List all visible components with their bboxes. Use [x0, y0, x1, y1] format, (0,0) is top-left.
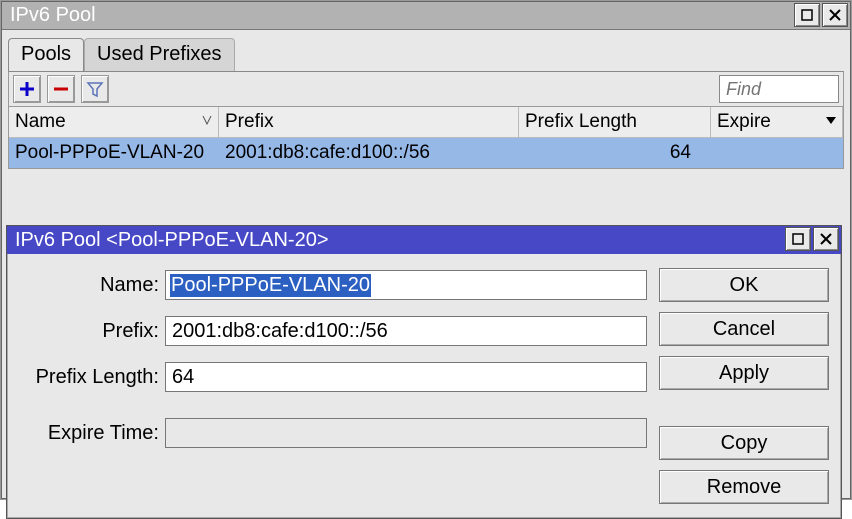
detail-close-button[interactable] [813, 227, 839, 251]
restore-icon [800, 8, 814, 22]
expire-time-field[interactable] [165, 418, 647, 448]
cell-prefix-length: 64 [519, 138, 711, 168]
col-header-prefix-length[interactable]: Prefix Length [519, 107, 711, 137]
minus-icon [52, 80, 70, 98]
restore-icon [791, 232, 805, 246]
tabs: Pools Used Prefixes [8, 38, 844, 71]
filter-button[interactable] [81, 75, 109, 103]
pool-table: Name Prefix Prefix Length Expire Pool-PP… [8, 107, 844, 169]
minimize-window-button[interactable] [794, 3, 820, 27]
detail-titlebar: IPv6 Pool <Pool-PPPoE-VLAN-20> [7, 226, 841, 254]
sort-indicator-icon [202, 115, 212, 125]
ok-button[interactable]: OK [659, 268, 829, 302]
pool-detail-window: IPv6 Pool <Pool-PPPoE-VLAN-20> Name: Poo… [6, 225, 842, 519]
col-header-prefix[interactable]: Prefix [219, 107, 519, 137]
remove-button[interactable] [47, 75, 75, 103]
copy-button[interactable]: Copy [659, 426, 829, 460]
detail-action-buttons: OK Cancel Apply Copy Remove [659, 266, 829, 504]
cell-prefix: 2001:db8:cafe:d100::/56 [219, 138, 519, 168]
cancel-button[interactable]: Cancel [659, 312, 829, 346]
tab-pools[interactable]: Pools [8, 38, 84, 72]
plus-icon [18, 80, 36, 98]
close-icon [828, 8, 842, 22]
caret-down-icon [824, 113, 838, 127]
col-header-name-label: Name [15, 111, 66, 132]
remove-detail-button[interactable]: Remove [659, 470, 829, 504]
ipv6-pool-window: IPv6 Pool Pools Used Prefixes [1, 1, 851, 499]
funnel-icon [86, 80, 104, 98]
cell-name: Pool-PPPoE-VLAN-20 [9, 138, 219, 168]
window-title: IPv6 Pool [10, 4, 96, 27]
cell-expire [711, 138, 843, 168]
detail-title: IPv6 Pool <Pool-PPPoE-VLAN-20> [15, 229, 329, 252]
name-label: Name: [19, 274, 159, 297]
close-window-button[interactable] [822, 3, 848, 27]
detail-minimize-button[interactable] [785, 227, 811, 251]
name-field[interactable]: Pool-PPPoE-VLAN-20 [165, 270, 647, 300]
table-row[interactable]: Pool-PPPoE-VLAN-20 2001:db8:cafe:d100::/… [9, 138, 843, 168]
prefix-field[interactable] [165, 316, 647, 346]
table-header: Name Prefix Prefix Length Expire [9, 107, 843, 138]
prefix-length-field[interactable] [165, 362, 647, 392]
add-button[interactable] [13, 75, 41, 103]
col-header-name[interactable]: Name [9, 107, 219, 137]
window-titlebar: IPv6 Pool [2, 2, 850, 30]
find-input[interactable] [719, 75, 839, 103]
expire-time-label: Expire Time: [19, 422, 159, 445]
toolbar [8, 71, 844, 107]
detail-form: Name: Pool-PPPoE-VLAN-20 Prefix: Prefix … [19, 266, 647, 504]
prefix-length-label: Prefix Length: [19, 366, 159, 389]
col-header-expire-label: Expire [717, 111, 771, 132]
col-header-expire[interactable]: Expire [711, 107, 843, 137]
tab-used-prefixes[interactable]: Used Prefixes [84, 38, 235, 72]
close-icon [819, 232, 833, 246]
apply-button[interactable]: Apply [659, 356, 829, 390]
prefix-label: Prefix: [19, 320, 159, 343]
